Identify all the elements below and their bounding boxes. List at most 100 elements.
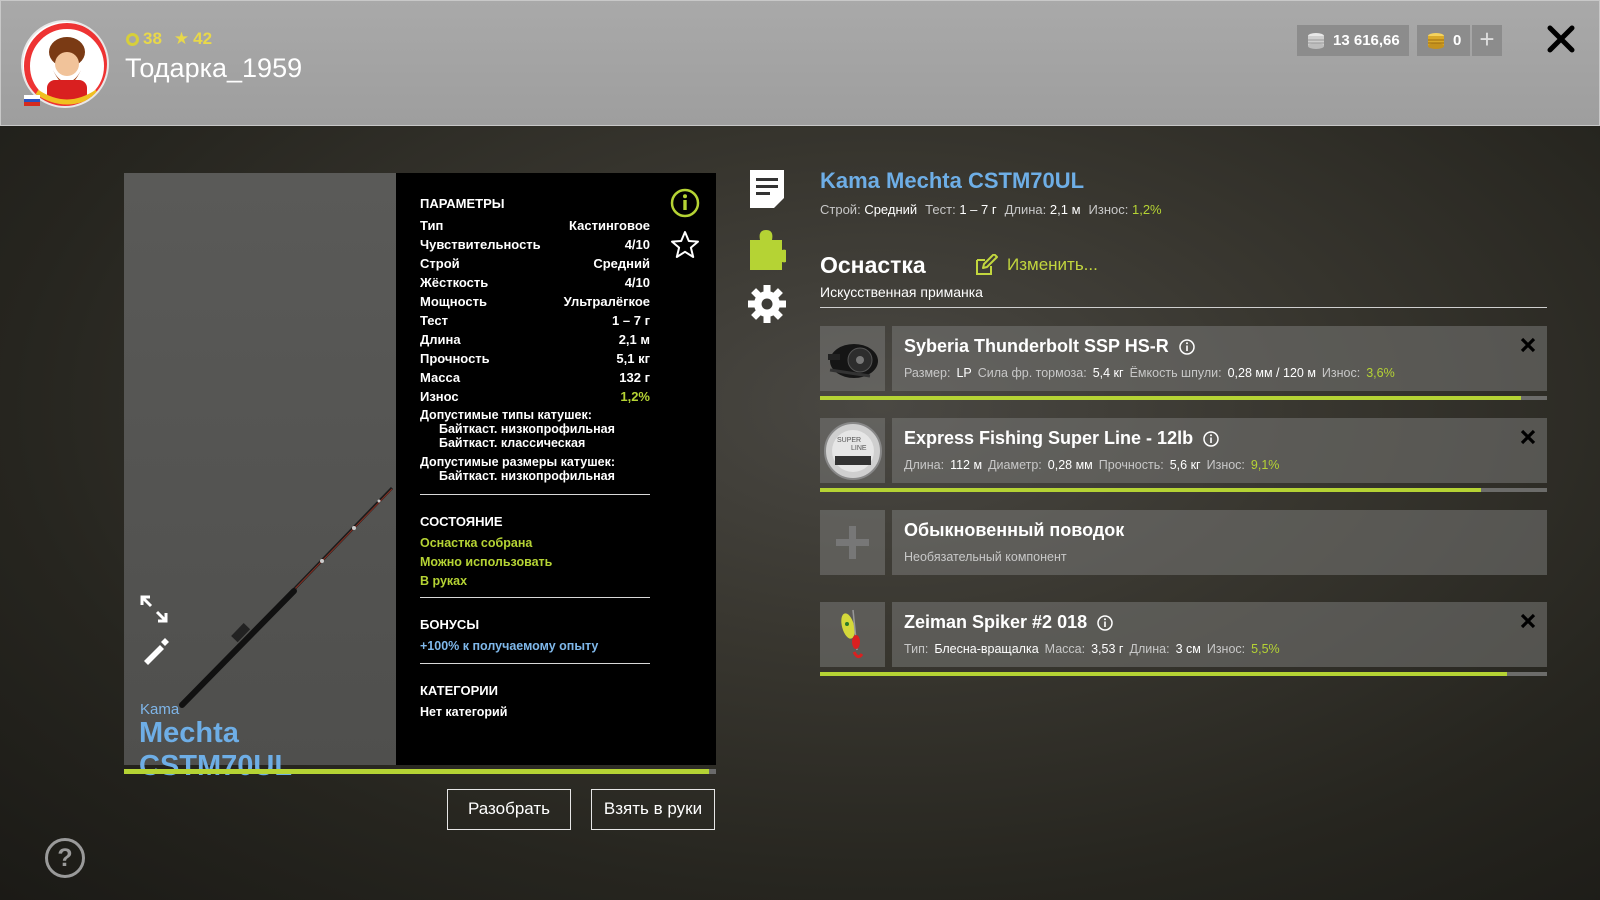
test-label: Тест: 1 – 7 г: [925, 202, 996, 217]
reel-types-label: Допустимые типы катушек:: [420, 408, 592, 422]
param-row: Масса 132 г: [420, 370, 650, 385]
leader-thumbnail: [820, 510, 885, 575]
silver-value: 13 616,66: [1333, 32, 1400, 49]
line-meta: Длина: 112 м Диаметр: 0,28 мм Прочность: 5,…: [904, 458, 1279, 472]
reel-size-key: Размер:: [904, 366, 951, 380]
add-currency-button[interactable]: +: [1472, 25, 1502, 56]
param-key: Тип: [420, 218, 444, 233]
lure-wear-key: Износ:: [1206, 642, 1246, 656]
info-icon[interactable]: [1178, 338, 1195, 355]
svg-text:SUPER: SUPER: [837, 437, 861, 444]
bonus-item: +100% к получаемому опыту: [420, 639, 599, 653]
param-key: Износ: [420, 389, 459, 404]
reel-name: Syberia Thunderbolt SSP HS-R: [904, 336, 1169, 356]
param-key: Мощность: [420, 294, 487, 309]
svg-text:LINE: LINE: [851, 445, 867, 452]
reel-thumbnail: [820, 326, 885, 391]
param-value: 2,1 м: [618, 332, 650, 347]
length-label: Длина: 2,1 м: [1005, 202, 1081, 217]
action-label: Строй: Средний: [820, 202, 917, 217]
puzzle-piece-icon[interactable]: [748, 228, 786, 270]
lure-name-row: Zeiman Spiker #2 018: [904, 612, 1113, 633]
info-icon[interactable]: [1203, 430, 1219, 447]
disassemble-button[interactable]: Разобрать: [447, 789, 571, 830]
edit-rig-button[interactable]: Изменить...: [975, 254, 1098, 276]
param-value: 5,1 кг: [616, 351, 650, 366]
help-icon[interactable]: ?: [45, 838, 85, 878]
param-value: 1 – 7 г: [612, 313, 650, 328]
take-in-hands-button[interactable]: Взять в руки: [591, 789, 715, 830]
lure-name: Zeiman Spiker #2 018: [904, 612, 1088, 632]
length-key: Длина:: [1004, 202, 1047, 217]
gear-icon[interactable]: [748, 283, 786, 325]
reel-wear-fill: [820, 396, 1521, 400]
param-key: Жёсткость: [420, 275, 489, 290]
line-wear-value: 9,1%: [1250, 458, 1280, 472]
reel-drag-value: 5,4 кг: [1092, 366, 1124, 380]
lure-slot[interactable]: Zeiman Spiker #2 018 Тип: Блесна-вращалка…: [820, 602, 1547, 676]
categories-value: Нет категорий: [420, 705, 508, 719]
leader-name: Обыкновенный поводок: [904, 520, 1125, 540]
lure-type-key: Тип:: [904, 642, 929, 656]
country-flag-icon: [24, 95, 40, 106]
rod-image: [179, 486, 394, 708]
favorite-star-icon[interactable]: [669, 229, 701, 261]
param-value: 1,2%: [620, 389, 650, 404]
lure-length-value: 3 см: [1175, 642, 1201, 656]
param-key: Строй: [420, 256, 460, 271]
length-value: 2,1 м: [1049, 202, 1081, 217]
wear-label: Износ: 1,2%: [1089, 202, 1162, 217]
lure-wear-bar: [820, 672, 1547, 676]
state-item: Оснастка собрана: [420, 536, 533, 550]
silver-balance: 13 616,66: [1297, 25, 1409, 56]
divider: [820, 307, 1547, 308]
paint-brush-icon[interactable]: [138, 635, 170, 667]
line-name: Express Fishing Super Line - 12lb: [904, 428, 1194, 448]
state-item: В руках: [420, 574, 468, 588]
param-row: Жёсткость 4/10: [420, 275, 650, 290]
reel-meta: Размер: LP Сила фр. тормоза: 5,4 кг Ёмкост…: [904, 366, 1395, 380]
lure-thumbnail: [820, 602, 885, 667]
param-row: Чувствительность 4/10: [420, 237, 650, 252]
ring-icon: [126, 32, 139, 46]
rig-type: Искусственная приманка: [820, 284, 983, 300]
test-value: 1 – 7 г: [959, 202, 997, 217]
player-stats: 38 ★ 42: [126, 29, 212, 49]
lure-mass-value: 3,53 г: [1091, 642, 1124, 656]
leader-slot[interactable]: Обыкновенный поводок Необязательный комп…: [820, 510, 1547, 575]
line-slot[interactable]: SUPER LINE Express Fishing Super Line - …: [820, 418, 1547, 492]
state-item: Можно использовать: [420, 555, 553, 569]
bonus-title: БОНУСЫ: [420, 617, 480, 632]
lure-mass-key: Масса:: [1044, 642, 1086, 656]
line-strength-key: Прочность:: [1098, 458, 1164, 472]
info-icon[interactable]: [1097, 614, 1113, 631]
lure-type-value: Блесна-вращалка: [934, 642, 1039, 656]
remove-icon[interactable]: [1519, 612, 1537, 630]
reel-slot[interactable]: Syberia Thunderbolt SSP HS-R Размер: LP С…: [820, 326, 1547, 400]
expand-icon[interactable]: [138, 593, 170, 625]
remove-icon[interactable]: [1519, 428, 1537, 446]
line-length-key: Длина:: [904, 458, 945, 472]
item-title: Kama Mechta CSTM70UL: [820, 168, 1085, 193]
description-icon[interactable]: [748, 168, 786, 210]
reel-wear-bar: [820, 396, 1547, 400]
param-value: Ультралёгкое: [563, 294, 650, 309]
param-key: Прочность: [420, 351, 490, 366]
gold-value: 0: [1453, 32, 1462, 49]
line-wear-bar: [820, 488, 1547, 492]
reel-sizes-label: Допустимые размеры катушек:: [420, 455, 615, 469]
rig-title: Оснастка: [820, 252, 926, 278]
close-icon[interactable]: [1545, 23, 1577, 55]
reel-info: Syberia Thunderbolt SSP HS-R Размер: LP С…: [892, 326, 1547, 391]
reel-wear-key: Износ:: [1321, 366, 1361, 380]
add-icon[interactable]: [820, 510, 885, 575]
param-row: Длина 2,1 м: [420, 332, 650, 347]
reel-type-item: Байткаст. низкопрофильная: [439, 422, 615, 436]
line-info: Express Fishing Super Line - 12lb Длина:…: [892, 418, 1547, 483]
rating-value: 42: [193, 29, 213, 48]
info-icon[interactable]: [670, 188, 700, 218]
rod-preview-panel: Kama Mechta CSTM70UL: [124, 173, 396, 782]
categories-title: КАТЕГОРИИ: [420, 683, 498, 698]
remove-icon[interactable]: [1519, 336, 1537, 354]
gold-balance: 0: [1417, 25, 1471, 56]
